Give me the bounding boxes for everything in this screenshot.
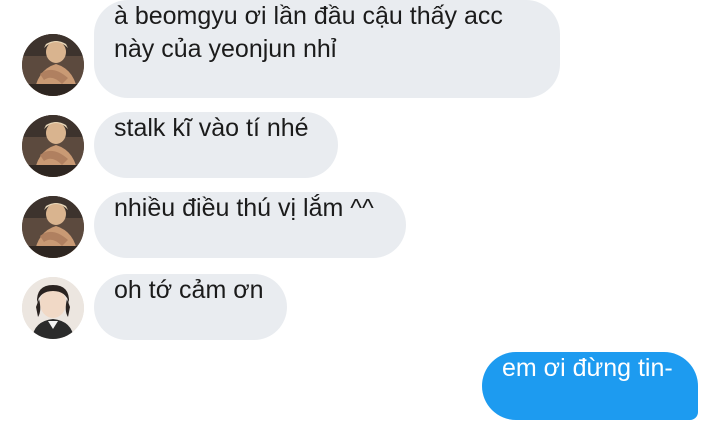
message-text: nhiều điều thú vị lắm ^^	[114, 194, 374, 222]
message-bubble-incoming[interactable]: stalk kĩ vào tí nhé	[94, 112, 338, 178]
message-text: stalk kĩ vào tí nhé	[114, 114, 309, 142]
message-text: oh tớ cảm ơn	[114, 276, 264, 304]
message-text-line-2: này của yeonjun nhỉ	[114, 35, 337, 63]
message-text-line-1: à beomgyu ơi lần đầu cậu thấy acc	[114, 2, 503, 30]
avatar-image	[22, 277, 84, 339]
message-text: em ơi đừng tin-	[502, 354, 673, 382]
avatar-image	[22, 196, 84, 258]
message-bubble-outgoing[interactable]: em ơi đừng tin-	[482, 352, 698, 420]
message-bubble-incoming[interactable]: oh tớ cảm ơn	[94, 274, 287, 340]
avatar[interactable]	[22, 277, 84, 339]
message-bubble-incoming[interactable]: nhiều điều thú vị lắm ^^	[94, 192, 406, 258]
avatar[interactable]	[22, 34, 84, 96]
message-bubble-incoming[interactable]: à beomgyu ơi lần đầu cậu thấy acc này củ…	[94, 0, 560, 98]
avatar-image	[22, 34, 84, 96]
chat-thread: à beomgyu ơi lần đầu cậu thấy acc này củ…	[0, 0, 720, 434]
avatar[interactable]	[22, 115, 84, 177]
avatar[interactable]	[22, 196, 84, 258]
avatar-image	[22, 115, 84, 177]
